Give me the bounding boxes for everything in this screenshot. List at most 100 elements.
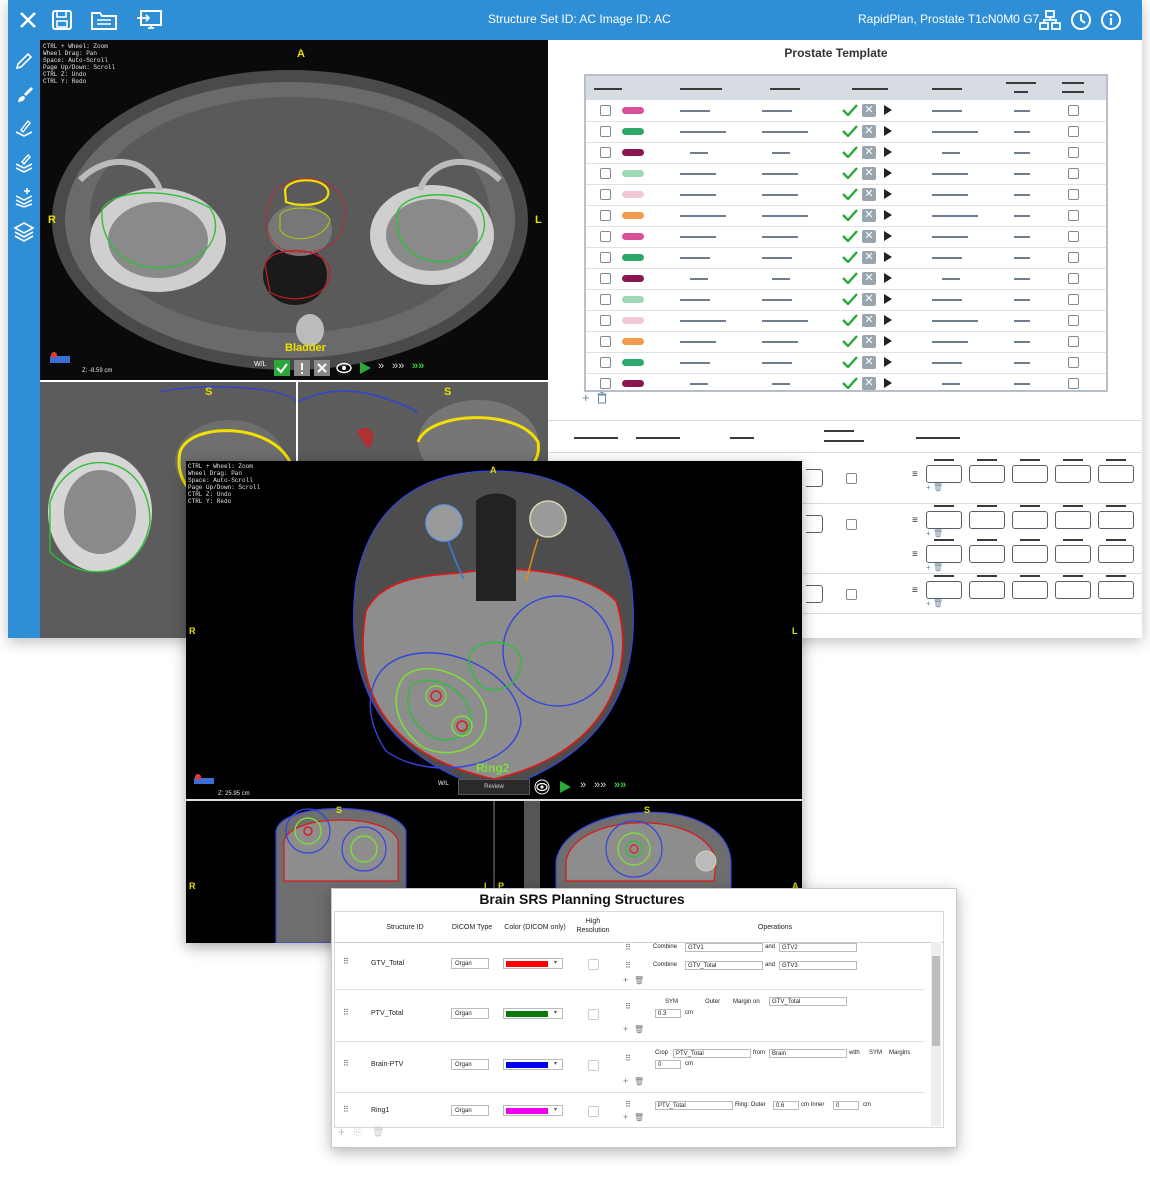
input-box[interactable]	[969, 545, 1005, 563]
accept-icon[interactable]	[274, 360, 290, 376]
input-box[interactable]	[969, 511, 1005, 529]
layers-icon[interactable]	[13, 220, 35, 242]
color-select[interactable]: ▾	[503, 1105, 563, 1116]
row-checkbox[interactable]	[846, 589, 857, 600]
reject-icon[interactable]: ✕	[862, 188, 876, 201]
trash-icon[interactable]: 🗑	[634, 1113, 644, 1122]
play-icon[interactable]	[884, 315, 892, 325]
reject-icon[interactable]: ✕	[862, 293, 876, 306]
input-box[interactable]	[1055, 511, 1091, 529]
info-icon[interactable]	[1099, 8, 1123, 32]
check-icon[interactable]	[842, 356, 858, 368]
reject-icon[interactable]: ✕	[862, 104, 876, 117]
row-checkbox[interactable]	[1068, 126, 1079, 137]
axial-ct-view[interactable]: CTRL + Wheel: Zoom Wheel Drag: Pan Space…	[40, 40, 548, 380]
drag-handle-icon[interactable]: ⠿	[343, 1059, 349, 1068]
drag-handle-icon[interactable]: ≡	[912, 549, 918, 560]
eye-icon[interactable]	[534, 779, 550, 795]
drag-handle-icon[interactable]: ⠿	[343, 1105, 349, 1114]
reject-icon[interactable]: ✕	[862, 356, 876, 369]
input-box[interactable]	[1055, 465, 1091, 483]
dicom-type-select[interactable]: Organ	[451, 1059, 489, 1070]
row-checkbox[interactable]	[846, 519, 857, 530]
eye-icon[interactable]	[336, 361, 352, 375]
row-checkbox[interactable]	[1068, 315, 1079, 326]
monitor-icon[interactable]	[136, 8, 164, 32]
check-icon[interactable]	[842, 272, 858, 284]
structure-id[interactable]: GTV_Total	[371, 960, 404, 967]
add-operation-icon[interactable]: +	[623, 1024, 628, 1034]
vertical-scrollbar[interactable]	[931, 942, 941, 1126]
check-icon[interactable]	[842, 188, 858, 200]
check-icon[interactable]	[842, 146, 858, 158]
dicom-type-select[interactable]: Organ	[451, 958, 489, 969]
ring-inner-input[interactable]: 0	[833, 1101, 859, 1110]
reject-icon[interactable]: ✕	[862, 167, 876, 180]
play-icon[interactable]	[884, 210, 892, 220]
input-box[interactable]	[1055, 545, 1091, 563]
scrollbar-thumb[interactable]	[932, 956, 940, 1046]
review-field[interactable]: Review	[458, 779, 530, 795]
brush-icon[interactable]	[13, 84, 35, 106]
save-icon[interactable]	[50, 8, 74, 32]
drag-handle-icon[interactable]: ≡	[912, 469, 918, 480]
play-icon[interactable]	[884, 126, 892, 136]
input-box[interactable]	[926, 465, 962, 483]
trash-icon[interactable]: 🗑	[634, 1025, 644, 1034]
input-box[interactable]	[969, 581, 1005, 599]
play-icon[interactable]	[884, 252, 892, 262]
row-checkbox[interactable]	[600, 336, 611, 347]
reject-icon[interactable]: ✕	[862, 272, 876, 285]
check-icon[interactable]	[842, 104, 858, 116]
high-res-checkbox[interactable]	[588, 1106, 599, 1117]
input-box[interactable]	[1098, 511, 1134, 529]
row-checkbox[interactable]	[600, 294, 611, 305]
dicom-type-select[interactable]: Organ	[451, 1105, 489, 1116]
play-icon[interactable]	[884, 336, 892, 346]
row-checkbox[interactable]	[600, 168, 611, 179]
check-icon[interactable]	[842, 293, 858, 305]
layer-add-icon[interactable]	[13, 186, 35, 208]
high-res-checkbox[interactable]	[588, 1060, 599, 1071]
input-box[interactable]	[1098, 465, 1134, 483]
delete-row-icon[interactable]	[597, 392, 607, 404]
input-box[interactable]	[1055, 581, 1091, 599]
play-icon[interactable]	[884, 147, 892, 157]
layer-edit-icon[interactable]	[13, 118, 35, 140]
row-checkbox[interactable]	[600, 210, 611, 221]
reject-icon[interactable]: ✕	[862, 146, 876, 159]
row-checkbox[interactable]	[600, 189, 611, 200]
op-input[interactable]: PTV_Total	[673, 1049, 751, 1058]
drag-handle-icon[interactable]: ≡	[912, 515, 918, 526]
high-res-checkbox[interactable]	[588, 1009, 599, 1020]
play-icon[interactable]	[884, 357, 892, 367]
row-checkbox[interactable]	[1068, 189, 1079, 200]
input-box[interactable]	[1012, 581, 1048, 599]
play-icon[interactable]	[884, 231, 892, 241]
network-icon[interactable]	[1038, 8, 1062, 32]
check-icon[interactable]	[842, 377, 858, 389]
fast-forward-icon[interactable]: »»	[594, 779, 606, 791]
row-checkbox[interactable]	[600, 147, 611, 158]
color-select[interactable]: ▾	[503, 1059, 563, 1070]
add-operation-icon[interactable]: + 🗑	[926, 483, 943, 492]
row-checkbox[interactable]	[600, 105, 611, 116]
drag-handle-icon[interactable]: ⠿	[625, 961, 631, 970]
reject-icon[interactable]: ✕	[862, 125, 876, 138]
drag-handle-icon[interactable]: ⠿	[625, 1054, 631, 1063]
warning-icon[interactable]	[294, 360, 310, 376]
row-checkbox[interactable]	[1068, 105, 1079, 116]
row-checkbox[interactable]	[600, 252, 611, 263]
check-icon[interactable]	[842, 167, 858, 179]
input-box[interactable]	[969, 465, 1005, 483]
drag-handle-icon[interactable]: ≡	[912, 585, 918, 596]
row-checkbox[interactable]	[600, 357, 611, 368]
add-operation-icon[interactable]: +	[623, 975, 628, 985]
op-input[interactable]: Brain	[769, 1049, 847, 1058]
margin-input[interactable]: 0	[655, 1060, 681, 1069]
reject-icon[interactable]	[314, 360, 330, 376]
window-level-button[interactable]: W/L	[438, 781, 449, 787]
structure-id[interactable]: Brain-PTV	[371, 1061, 403, 1068]
reject-icon[interactable]: ✕	[862, 335, 876, 348]
dicom-type-select[interactable]: Organ	[451, 1008, 489, 1019]
